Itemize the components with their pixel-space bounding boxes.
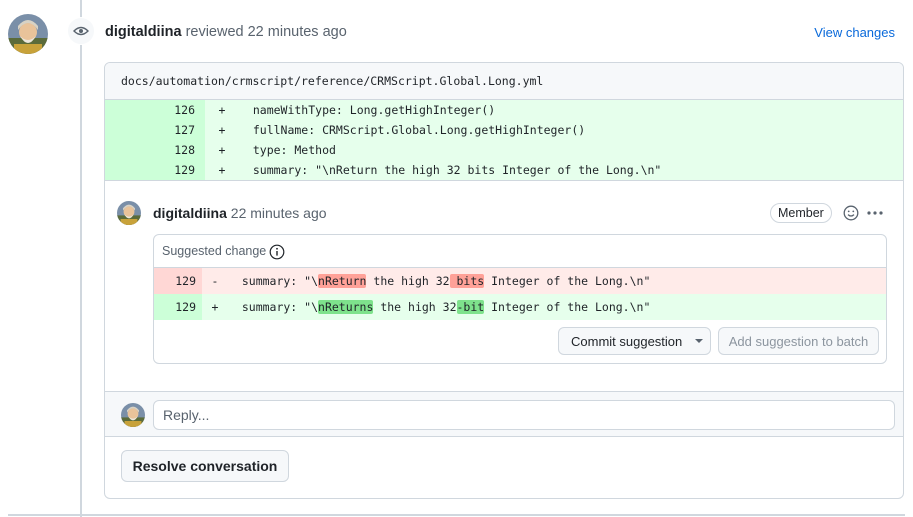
diff-line: 129 + summary: "\nReturn the high 32 bit… bbox=[105, 160, 903, 180]
avatar[interactable] bbox=[8, 14, 48, 54]
commit-suggestion-label: Commit suggestion bbox=[571, 333, 683, 349]
comment-time[interactable]: 22 minutes ago bbox=[231, 205, 327, 221]
review-header: digitaldiina reviewed 22 minutes ago bbox=[105, 24, 347, 40]
resolve-conversation-button[interactable]: Resolve conversation bbox=[121, 450, 289, 482]
diff-sign: + bbox=[218, 163, 226, 177]
suggested-change-header: Suggested change bbox=[154, 235, 886, 268]
diff-line: 127 + fullName: CRMScript.Global.Long.ge… bbox=[105, 120, 903, 140]
timeline-line bbox=[80, 0, 82, 517]
diff-sign: - bbox=[211, 274, 219, 288]
line-number[interactable]: 128 bbox=[105, 140, 205, 160]
diff-code: nameWithType: Long.getHighInteger() bbox=[239, 103, 496, 117]
diff-line: 126 + nameWithType: Long.getHighInteger(… bbox=[105, 100, 903, 120]
diff-sign: + bbox=[218, 123, 226, 137]
file-path[interactable]: docs/automation/crmscript/reference/CRMS… bbox=[105, 63, 903, 100]
file-review-box: docs/automation/crmscript/reference/CRMS… bbox=[104, 62, 904, 499]
diff-sign: + bbox=[218, 103, 226, 117]
caret-down-icon bbox=[695, 339, 704, 343]
suggested-change-box: Suggested change 129 - summary: "\nRetur… bbox=[153, 234, 887, 364]
suggestion-added-line: 129 + summary: "\nReturns the high 32-bi… bbox=[154, 294, 886, 320]
suggested-change-label: Suggested change bbox=[162, 244, 267, 258]
avatar[interactable] bbox=[117, 201, 141, 225]
diff-code: summary: "\nReturn the high 32 bits Inte… bbox=[239, 163, 662, 177]
commit-suggestion-button[interactable]: Commit suggestion bbox=[558, 327, 711, 355]
kebab-icon[interactable] bbox=[865, 205, 885, 221]
comment-header: digitaldiina 22 minutes ago bbox=[153, 205, 327, 221]
diff-sign: + bbox=[218, 143, 226, 157]
diff-code: type: Method bbox=[239, 143, 336, 157]
add-suggestion-to-batch-button[interactable]: Add suggestion to batch bbox=[718, 327, 879, 355]
line-number[interactable]: 126 bbox=[105, 100, 205, 120]
suggestion-deleted-line: 129 - summary: "\nReturn the high 32 bit… bbox=[154, 268, 886, 294]
line-number[interactable]: 129 bbox=[105, 160, 205, 180]
review-action: reviewed 22 minutes ago bbox=[185, 24, 347, 40]
diff-hunk: 126 + nameWithType: Long.getHighInteger(… bbox=[105, 100, 903, 181]
diff-code: summary: "\nReturn the high 32 bits Inte… bbox=[228, 274, 651, 288]
line-number: 129 bbox=[154, 294, 202, 320]
eye-icon bbox=[67, 17, 95, 45]
diff-line: 128 + type: Method bbox=[105, 140, 903, 160]
member-badge: Member bbox=[770, 203, 832, 223]
line-number[interactable]: 127 bbox=[105, 120, 205, 140]
review-comment: digitaldiina 22 minutes ago Member Sugge… bbox=[105, 181, 903, 391]
divider bbox=[8, 514, 905, 516]
view-changes-link[interactable]: View changes bbox=[814, 25, 895, 40]
comment-author[interactable]: digitaldiina bbox=[153, 205, 227, 221]
diff-code: fullName: CRMScript.Global.Long.getHighI… bbox=[239, 123, 586, 137]
avatar bbox=[121, 403, 145, 427]
reply-area bbox=[105, 391, 903, 437]
smiley-icon[interactable] bbox=[843, 205, 859, 221]
reply-input[interactable] bbox=[153, 400, 895, 430]
review-author[interactable]: digitaldiina bbox=[105, 24, 182, 40]
diff-sign: + bbox=[211, 300, 219, 314]
line-number: 129 bbox=[154, 268, 202, 294]
info-icon[interactable] bbox=[269, 244, 285, 260]
diff-code: summary: "\nReturns the high 32-bit Inte… bbox=[228, 300, 651, 314]
